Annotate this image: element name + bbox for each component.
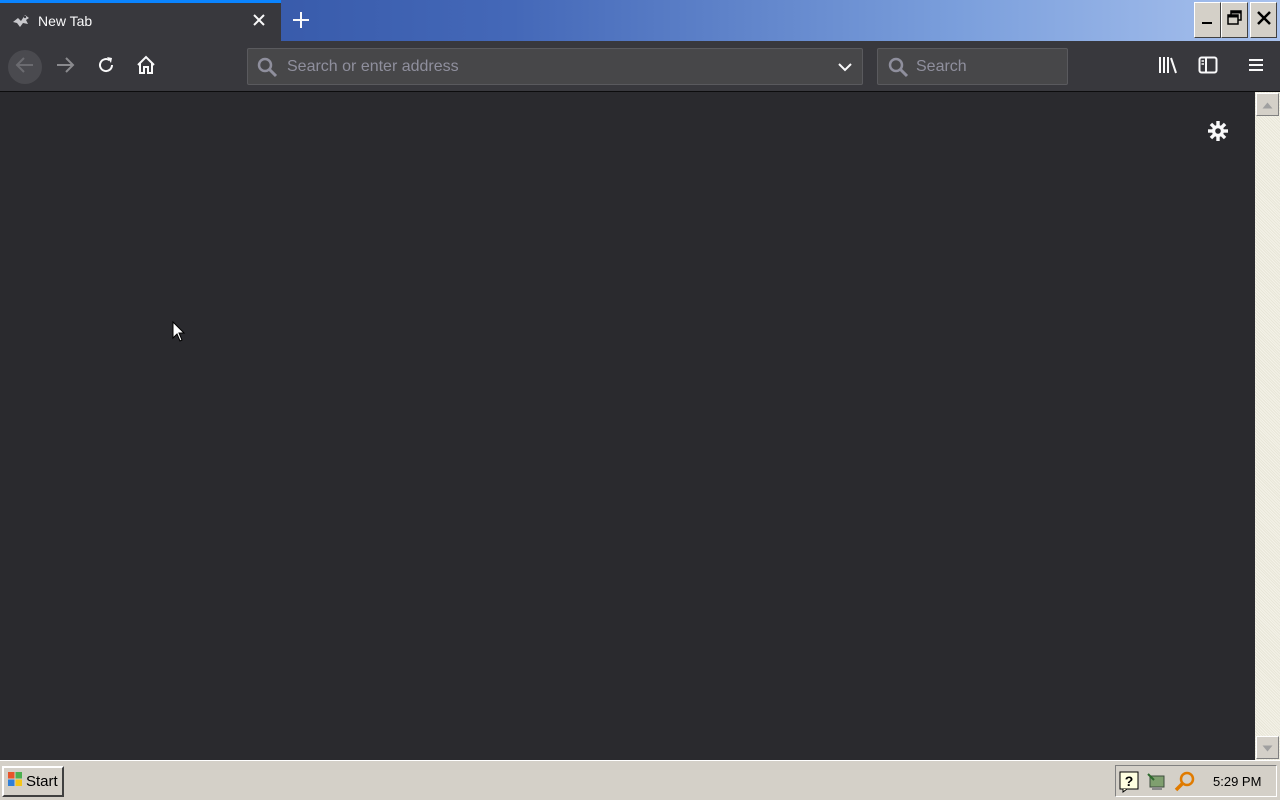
reload-button[interactable]	[89, 50, 123, 84]
gear-icon[interactable]	[1205, 118, 1231, 144]
new-tab-plus-icon[interactable]	[288, 6, 314, 34]
vertical-scrollbar[interactable]	[1255, 92, 1280, 760]
tab-new-tab[interactable]: New Tab	[0, 0, 281, 41]
windows-logo-icon	[7, 771, 23, 792]
forward-button[interactable]	[48, 50, 82, 84]
library-icon	[1157, 55, 1179, 80]
help-icon[interactable]: ?	[1118, 771, 1140, 793]
close-window-button[interactable]	[1250, 2, 1277, 38]
menu-button[interactable]	[1239, 50, 1273, 84]
library-button[interactable]	[1151, 50, 1185, 84]
search-bar[interactable]	[877, 48, 1068, 85]
home-button[interactable]	[129, 50, 163, 84]
arrow-down-icon	[1262, 739, 1273, 757]
home-icon	[136, 55, 156, 80]
start-button[interactable]: Start	[2, 766, 64, 797]
clock: 5:29 PM	[1213, 774, 1262, 789]
back-arrow-icon	[15, 56, 35, 79]
search-icon	[256, 56, 278, 83]
scroll-up-button[interactable]	[1256, 93, 1279, 116]
sidebar-button[interactable]	[1191, 50, 1225, 84]
back-button[interactable]	[8, 50, 42, 84]
start-label: Start	[26, 773, 58, 790]
search-magnifier-icon[interactable]	[1174, 771, 1196, 793]
tab-strip: New Tab	[0, 0, 1280, 41]
mouse-cursor-icon	[172, 320, 186, 348]
chevron-down-icon[interactable]	[834, 57, 856, 77]
scroll-down-button[interactable]	[1256, 736, 1279, 759]
restore-icon	[1226, 9, 1243, 31]
reload-icon	[96, 55, 116, 80]
tab-favicon-icon	[11, 12, 31, 30]
tab-close-icon[interactable]	[249, 9, 269, 31]
forward-arrow-icon	[55, 56, 75, 79]
search-icon	[887, 56, 909, 83]
minimize-button[interactable]	[1194, 2, 1221, 38]
taskbar: Start ? 5:29 PM	[0, 760, 1280, 800]
arrow-up-icon	[1262, 96, 1273, 114]
hamburger-menu-icon	[1247, 57, 1265, 78]
sidebar-icon	[1198, 56, 1218, 79]
tab-title: New Tab	[38, 13, 93, 29]
url-bar[interactable]	[247, 48, 863, 85]
network-icon[interactable]	[1146, 771, 1168, 793]
restore-button[interactable]	[1221, 2, 1248, 38]
minimize-icon	[1201, 11, 1215, 30]
svg-text:?: ?	[1125, 773, 1134, 789]
search-input[interactable]	[916, 57, 1056, 77]
navigation-toolbar	[0, 41, 1280, 92]
new-tab-page	[0, 92, 1255, 760]
close-icon	[1256, 10, 1272, 31]
url-input[interactable]	[287, 57, 827, 77]
system-tray: ? 5:29 PM	[1115, 765, 1277, 797]
